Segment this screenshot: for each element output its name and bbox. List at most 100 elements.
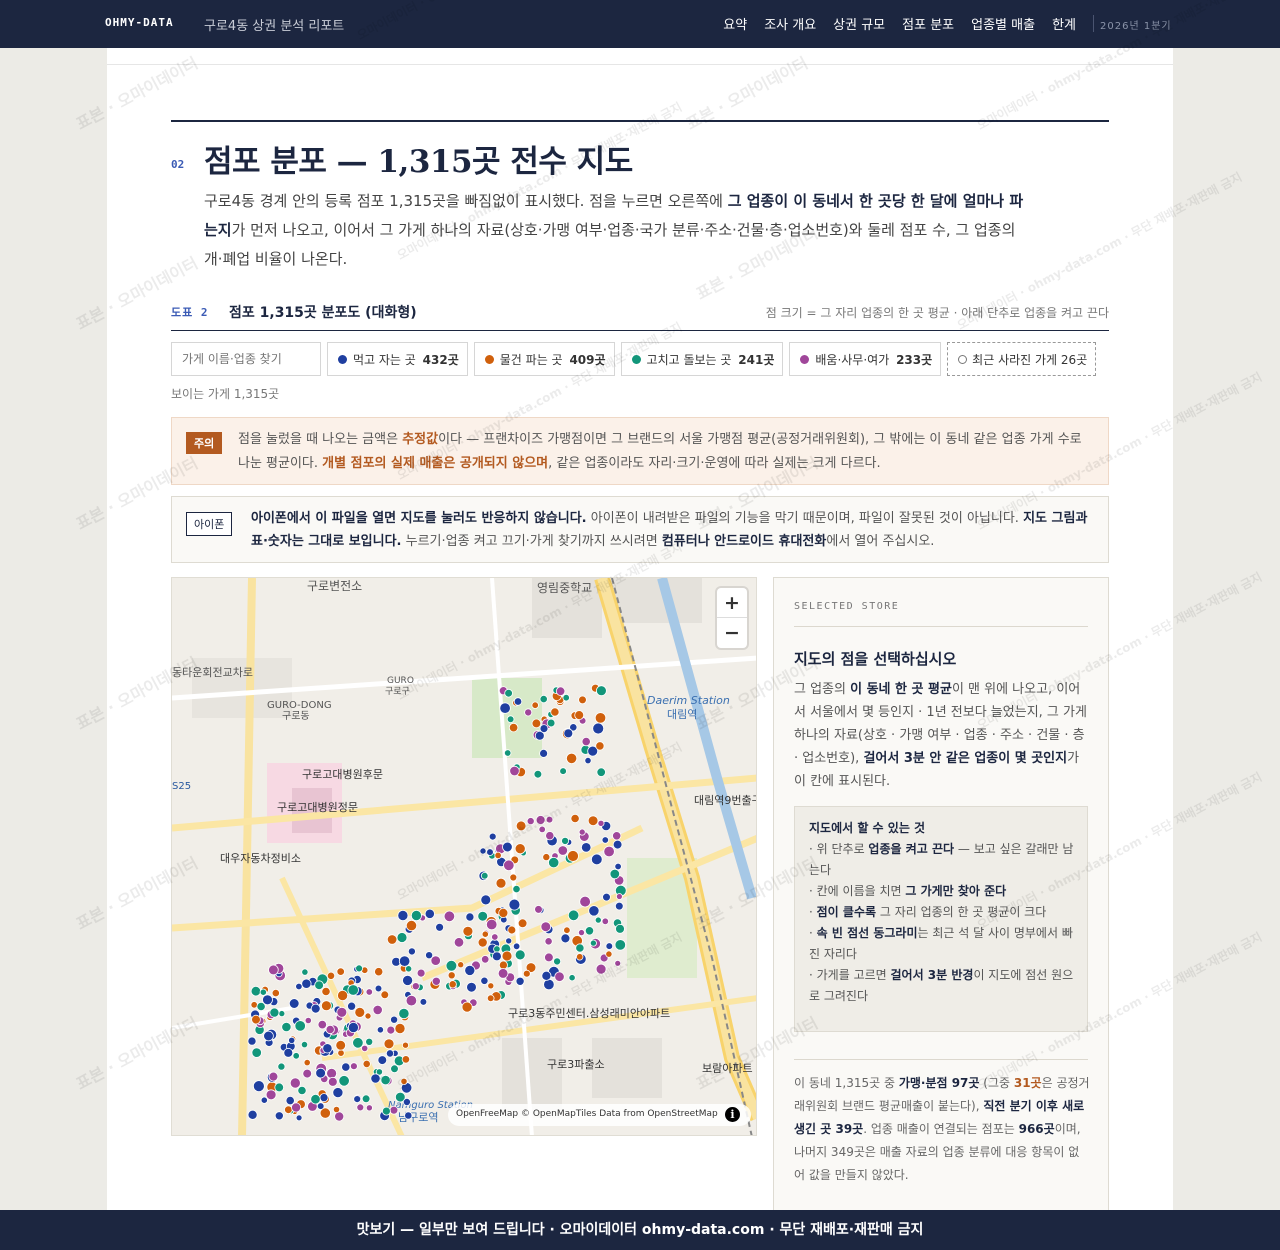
- info-icon[interactable]: i: [725, 1107, 740, 1122]
- store-dot[interactable]: [544, 952, 554, 963]
- store-dot[interactable]: [524, 708, 533, 717]
- store-dot[interactable]: [326, 1067, 338, 1079]
- store-dot[interactable]: [390, 1015, 399, 1024]
- store-dot[interactable]: [337, 989, 349, 1001]
- store-dot[interactable]: [486, 994, 495, 1003]
- store-dot[interactable]: [498, 907, 509, 918]
- store-dot[interactable]: [295, 1114, 303, 1122]
- store-dot[interactable]: [509, 765, 520, 777]
- store-dot[interactable]: [295, 982, 303, 991]
- store-dot[interactable]: [447, 971, 456, 980]
- store-dot[interactable]: [268, 964, 279, 976]
- store-dot[interactable]: [508, 898, 521, 911]
- store-dot[interactable]: [487, 982, 495, 990]
- store-dot[interactable]: [587, 815, 599, 827]
- store-dot[interactable]: [517, 918, 528, 929]
- store-dot[interactable]: [589, 939, 597, 947]
- store-dot[interactable]: [374, 984, 383, 993]
- store-dot[interactable]: [579, 895, 591, 908]
- store-dot[interactable]: [503, 859, 515, 872]
- store-dot[interactable]: [289, 1077, 301, 1089]
- store-dot[interactable]: [465, 912, 475, 922]
- store-dot[interactable]: [250, 986, 262, 997]
- store-dot[interactable]: [398, 1007, 410, 1020]
- store-dot[interactable]: [386, 1025, 396, 1035]
- store-dot[interactable]: [291, 1102, 302, 1113]
- store-dot[interactable]: [477, 937, 488, 948]
- store-dot[interactable]: [544, 937, 553, 946]
- store-dot[interactable]: [563, 926, 571, 934]
- store-dot[interactable]: [533, 769, 543, 779]
- nav-link-limits[interactable]: 한계: [1052, 14, 1076, 33]
- store-dot[interactable]: [461, 1001, 473, 1013]
- store-dot[interactable]: [341, 1062, 351, 1072]
- store-dot[interactable]: [263, 1030, 274, 1042]
- store-dot[interactable]: [253, 1080, 265, 1093]
- store-dot[interactable]: [493, 945, 501, 953]
- store-dot[interactable]: [526, 817, 535, 826]
- store-dot[interactable]: [317, 1019, 328, 1030]
- store-dot[interactable]: [355, 964, 364, 973]
- store-dot[interactable]: [362, 1059, 371, 1068]
- store-dot[interactable]: [336, 1006, 348, 1018]
- store-dot[interactable]: [508, 722, 519, 733]
- store-dot[interactable]: [377, 1055, 388, 1065]
- store-dot[interactable]: [268, 1071, 279, 1082]
- store-dot[interactable]: [545, 815, 554, 824]
- store-dot[interactable]: [614, 939, 627, 951]
- filter-closed-stores[interactable]: 최근 사라진 가게 26곳: [947, 342, 1097, 376]
- store-dot[interactable]: [498, 960, 508, 970]
- store-dot[interactable]: [507, 925, 517, 935]
- store-dot[interactable]: [386, 934, 398, 945]
- store-dot[interactable]: [453, 937, 465, 948]
- store-dot[interactable]: [615, 923, 625, 934]
- store-dot[interactable]: [495, 877, 507, 889]
- store-dot[interactable]: [538, 825, 546, 834]
- store-dot[interactable]: [370, 1073, 381, 1084]
- store-dot[interactable]: [288, 1036, 296, 1044]
- store-dot[interactable]: [352, 1037, 364, 1049]
- store-dot[interactable]: [560, 933, 571, 944]
- store-dot[interactable]: [515, 820, 527, 832]
- store-dot[interactable]: [554, 971, 565, 982]
- store-dot[interactable]: [445, 959, 458, 972]
- store-dot[interactable]: [269, 1007, 280, 1018]
- store-dot[interactable]: [301, 968, 309, 976]
- store-dot[interactable]: [584, 926, 595, 936]
- store-dot[interactable]: [539, 748, 549, 758]
- store-dot[interactable]: [259, 988, 267, 996]
- store-dot[interactable]: [595, 741, 605, 751]
- zoom-out-button[interactable]: −: [717, 618, 747, 648]
- store-dot[interactable]: [401, 1055, 411, 1064]
- filter-food-lodging[interactable]: 먹고 자는 곳 432곳: [327, 342, 468, 376]
- store-dot[interactable]: [347, 1001, 357, 1011]
- store-dot[interactable]: [612, 831, 622, 841]
- store-dot[interactable]: [513, 697, 523, 706]
- store-dot[interactable]: [615, 893, 623, 900]
- store-dot[interactable]: [336, 967, 345, 976]
- store-dot[interactable]: [374, 967, 384, 977]
- store-dot[interactable]: [480, 976, 489, 985]
- store-dot[interactable]: [550, 707, 560, 717]
- store-dot[interactable]: [531, 718, 542, 729]
- store-dot[interactable]: [514, 843, 526, 855]
- store-dot[interactable]: [481, 955, 490, 964]
- store-dot[interactable]: [480, 894, 492, 906]
- store-dot[interactable]: [283, 1047, 294, 1058]
- store-dot[interactable]: [584, 757, 592, 765]
- nav-link-overview[interactable]: 조사 개요: [764, 14, 816, 33]
- store-dot[interactable]: [380, 1074, 391, 1086]
- store-map[interactable]: 구로변전소 영림중학교 동타운회전교차로 GURO 구로구 GURO-DONG …: [171, 577, 757, 1136]
- store-dot[interactable]: [539, 695, 548, 704]
- store-dot[interactable]: [567, 909, 580, 922]
- store-dot[interactable]: [416, 968, 426, 978]
- store-dot[interactable]: [314, 980, 324, 991]
- store-dot[interactable]: [548, 856, 560, 869]
- nav-link-summary[interactable]: 요약: [723, 14, 747, 33]
- store-dot[interactable]: [385, 1049, 395, 1058]
- store-dot[interactable]: [535, 815, 546, 825]
- store-dot[interactable]: [335, 1039, 347, 1051]
- store-search-input[interactable]: [171, 342, 321, 376]
- store-dot[interactable]: [410, 909, 422, 921]
- store-dot[interactable]: [502, 841, 513, 853]
